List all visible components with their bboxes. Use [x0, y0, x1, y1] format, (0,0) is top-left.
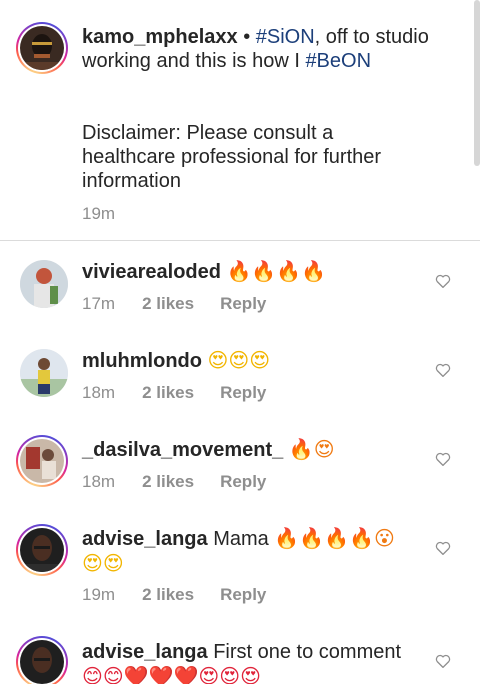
post-caption: kamo_mphelaxx • #SiON, off to studio wor…: [0, 0, 480, 240]
comment-body: Mama: [213, 528, 269, 550]
caption-time: 19m: [82, 204, 116, 223]
comment-likes[interactable]: 2 likes: [142, 472, 194, 492]
avatar-image: [20, 640, 64, 684]
divider: [0, 240, 480, 241]
heart-outline-icon[interactable]: [435, 452, 451, 466]
commenter-avatar[interactable]: [16, 524, 68, 576]
reply-button[interactable]: Reply: [220, 585, 266, 605]
comment-username[interactable]: advise_langa: [82, 528, 208, 550]
avatar-image: [20, 26, 64, 70]
comment-meta: 18m 2 likes Reply: [82, 472, 266, 492]
comment-username[interactable]: mluhmlondo: [82, 350, 202, 372]
heart-outline-icon[interactable]: [435, 363, 451, 377]
comment-time: 19m: [82, 585, 116, 604]
comment-text: mluhmlondo 😍😍😍: [82, 348, 420, 373]
comment-emoji: 🔥😍: [288, 437, 335, 461]
comment-meta: 17m 2 likes Reply: [82, 294, 266, 314]
reply-button[interactable]: Reply: [220, 294, 266, 314]
comment-likes[interactable]: 2 likes: [142, 585, 194, 605]
caption-disclaimer: Disclaimer: Please consult a healthcare …: [82, 122, 382, 192]
commenter-avatar[interactable]: [20, 349, 68, 397]
comment-likes[interactable]: 2 likes: [142, 294, 194, 314]
comment-meta: 19m 2 likes Reply: [82, 585, 266, 605]
comment-emoji: 😊😊❤️❤️❤️😍😍😍: [82, 664, 261, 684]
comments-screen: kamo_mphelaxx • #SiON, off to studio wor…: [0, 0, 480, 684]
comment-text: viviearealoded 🔥🔥🔥🔥: [82, 259, 420, 284]
heart-outline-icon[interactable]: [435, 541, 451, 555]
caption-text: kamo_mphelaxx • #SiON, off to studio wor…: [82, 25, 442, 73]
avatar-image: [20, 439, 64, 483]
comment-body: First one to comment: [213, 641, 402, 663]
comment-text: advise_langa Mama 🔥🔥🔥🔥😮 😍😍: [82, 526, 420, 576]
caption-avatar[interactable]: [16, 22, 68, 74]
comment-emoji: 😍😍😍: [207, 348, 271, 372]
comment-emoji: 🔥🔥🔥🔥: [226, 259, 327, 283]
commenter-avatar[interactable]: [16, 435, 68, 487]
commenter-avatar[interactable]: [16, 636, 68, 684]
hashtag-beon[interactable]: #BeON: [305, 50, 371, 72]
comment-username[interactable]: _dasilva_movement_: [82, 439, 283, 461]
hashtag-sion[interactable]: #SiON: [256, 26, 315, 48]
comment-username[interactable]: viviearealoded: [82, 261, 221, 283]
reply-button[interactable]: Reply: [220, 383, 266, 403]
commenter-avatar[interactable]: [20, 260, 68, 308]
comment-username[interactable]: advise_langa: [82, 641, 208, 663]
avatar-image: [20, 528, 64, 572]
caption-meta: 19m: [82, 204, 115, 224]
comment-text: _dasilva_movement_ 🔥😍: [82, 437, 420, 462]
comment-emoji-line2: 😍😍: [82, 551, 124, 575]
reply-button[interactable]: Reply: [220, 472, 266, 492]
comment-time: 18m: [82, 383, 116, 402]
heart-outline-icon[interactable]: [435, 274, 451, 288]
comment-meta: 18m 2 likes Reply: [82, 383, 266, 403]
separator: •: [237, 26, 256, 48]
comment-time: 18m: [82, 472, 116, 491]
comment-likes[interactable]: 2 likes: [142, 383, 194, 403]
comment-text: advise_langa First one to comment 😊😊❤️❤️…: [82, 640, 420, 684]
caption-username[interactable]: kamo_mphelaxx: [82, 26, 238, 48]
comment-emoji: 🔥🔥🔥🔥😮: [274, 526, 395, 550]
heart-outline-icon[interactable]: [435, 654, 451, 668]
comment-time: 17m: [82, 294, 116, 313]
